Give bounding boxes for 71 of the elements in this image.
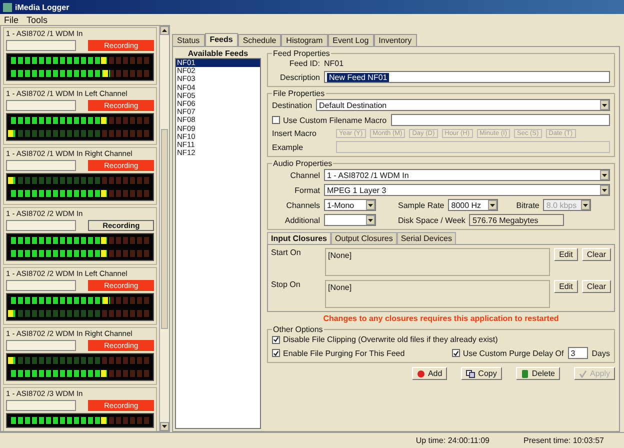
channel-dropdown[interactable]: 1 - ASI8702 /1 WDM In	[324, 169, 610, 181]
tab[interactable]: Event Log	[328, 34, 374, 46]
checkbox-label: Use Custom Purge Delay Of	[462, 348, 564, 358]
field-label: Channels	[285, 200, 320, 210]
edit-button[interactable]: Edit	[554, 248, 578, 261]
clear-button[interactable]: Clear	[582, 280, 611, 293]
field-label: Example	[272, 142, 304, 152]
add-icon	[416, 370, 425, 378]
field-label: Start On	[271, 248, 302, 257]
clear-button[interactable]: Clear	[582, 248, 611, 261]
field-label: Channel	[289, 170, 320, 180]
field-label: Additional	[284, 216, 320, 224]
up-time: Up time: 24:00:11:09	[416, 436, 490, 447]
tab[interactable]: Schedule	[238, 34, 282, 46]
scroll-down-icon[interactable]	[162, 425, 168, 428]
field-label: Sample Rate	[398, 200, 444, 210]
field-label: Disk Space / Week	[398, 216, 466, 224]
tab[interactable]: Input Closures	[267, 232, 332, 244]
present-time: Present time: 10:03:57	[524, 436, 604, 447]
checkbox[interactable]	[452, 349, 460, 357]
group-title: File Properties	[272, 89, 326, 98]
field-label: Format	[294, 186, 320, 194]
sample-rate-dropdown[interactable]: 8000 Hz	[448, 199, 498, 211]
copy-icon	[466, 370, 476, 378]
tab[interactable]: Inventory	[374, 34, 417, 46]
field-label: Days	[592, 348, 610, 358]
add-button[interactable]: Add	[412, 367, 448, 380]
format-dropdown[interactable]: MPEG 1 Layer 3	[324, 184, 610, 196]
feed-id: NF01	[324, 59, 344, 68]
additional-dropdown[interactable]	[324, 214, 376, 226]
delete-button[interactable]: Delete	[516, 367, 560, 380]
warning-text: Changes to any closures requires this application to restarted	[322, 314, 560, 323]
list-title: Available Feeds	[186, 49, 250, 58]
group-title: Other Options	[272, 325, 324, 334]
field-label: Feed ID:	[288, 59, 320, 68]
field-label: Description	[278, 72, 320, 82]
menu-item[interactable]: Tools	[26, 14, 48, 24]
window-title: iMedia Logger	[15, 2, 70, 12]
tab[interactable]: Output Closures	[331, 232, 397, 244]
app-icon	[3, 2, 12, 12]
menu-item[interactable]: File	[4, 14, 19, 24]
field-label: Stop On	[271, 280, 302, 289]
checkbox[interactable]	[272, 336, 280, 344]
closure-field: [None]	[325, 248, 550, 276]
channels-dropdown[interactable]: 1-Mono	[324, 199, 376, 211]
scrollbar[interactable]	[159, 26, 169, 431]
delay-spinner[interactable]: 3	[568, 347, 588, 359]
tab[interactable]: Serial Devices	[396, 232, 456, 244]
field-label: Bitrate	[516, 200, 540, 210]
closure-field: [None]	[325, 280, 550, 308]
tab[interactable]: Status	[172, 34, 205, 46]
group-title: Audio Properties	[272, 159, 334, 168]
group-title: Feed Properties	[272, 49, 331, 58]
field-label: Insert Macro	[272, 129, 318, 138]
checkbox-label: Use Custom Filename Macro	[283, 116, 387, 124]
scroll-up-icon[interactable]	[162, 29, 168, 32]
field-label: Destination	[272, 100, 312, 110]
checkbox[interactable]	[272, 349, 280, 357]
tab[interactable]: Histogram	[281, 34, 328, 46]
tab[interactable]: Feeds	[204, 33, 238, 46]
description-field[interactable]: New Feed NF01	[324, 71, 610, 83]
checkbox-label: Disable File Clipping (Overwrite old files if they already exist)	[283, 335, 498, 344]
macro-field[interactable]	[390, 114, 610, 126]
checkbox[interactable]	[272, 116, 280, 124]
delete-icon	[520, 370, 529, 378]
checkbox-label: Enable File Purging For This Feed	[283, 348, 405, 358]
copy-button[interactable]: Copy	[461, 367, 502, 380]
edit-button[interactable]: Edit	[554, 280, 578, 293]
disk-space-field: 576.76 Megabytes	[469, 214, 564, 226]
apply-icon	[578, 370, 587, 378]
destination-dropdown[interactable]: Default Destination	[316, 99, 610, 111]
